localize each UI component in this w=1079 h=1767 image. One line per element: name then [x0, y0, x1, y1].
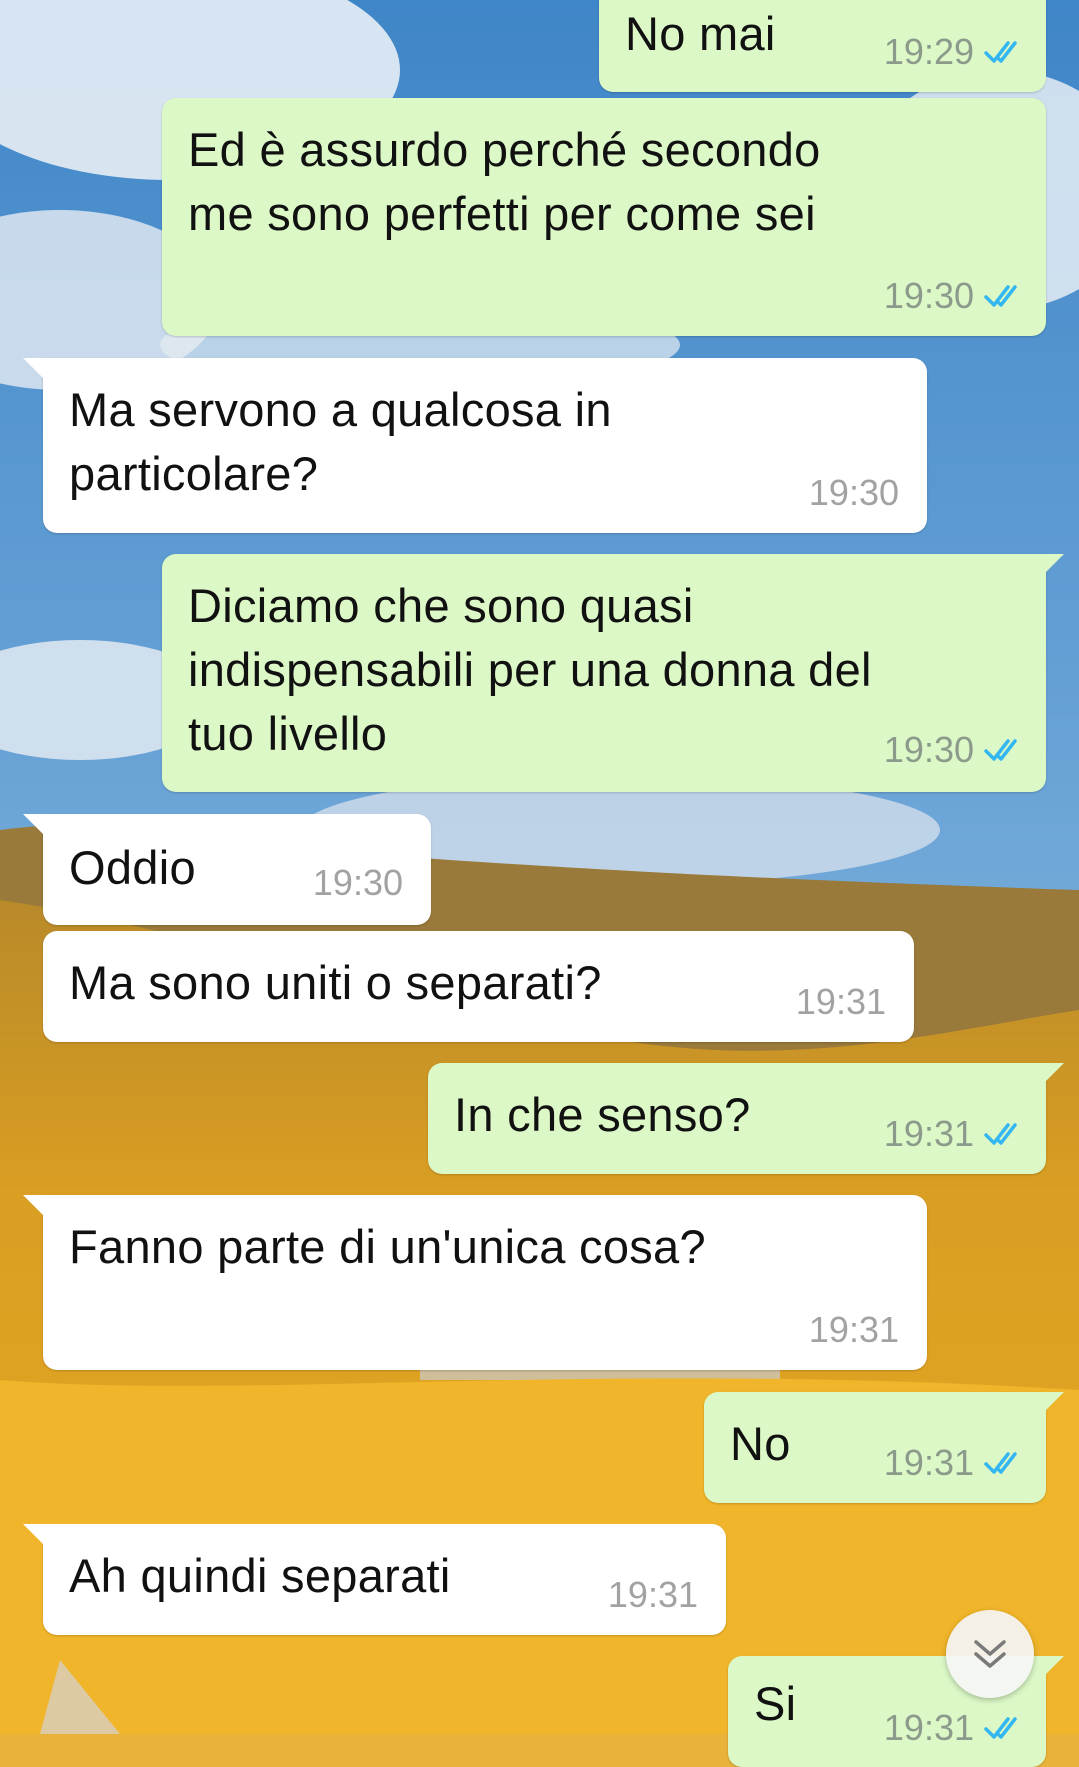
- message-bubble-incoming[interactable]: Ma servono a qualcosa in particolare? 19…: [23, 358, 927, 533]
- message-bubble-incoming[interactable]: Fanno parte di un'unica cosa? 19:31: [23, 1195, 927, 1370]
- message-time: 19:30: [312, 862, 403, 903]
- double-check-icon: [984, 1123, 1017, 1145]
- message-text: Ed è assurdo perché secondo me sono perf…: [188, 123, 821, 240]
- bubble-tail: [1042, 554, 1064, 576]
- bubble-tail: [23, 814, 45, 836]
- message-time: 19:31: [883, 1442, 974, 1483]
- message-bubble-incoming[interactable]: Oddio 19:30: [23, 814, 431, 925]
- message-text: No mai: [625, 7, 776, 60]
- message-time: 19:31: [808, 1309, 899, 1350]
- message-text: No: [730, 1417, 791, 1470]
- double-check-icon: [984, 1717, 1017, 1739]
- bubble-tail: [23, 1524, 45, 1546]
- chevron-double-down-icon: [974, 1640, 1006, 1668]
- message-text: Ma servono a qualcosa in particolare?: [69, 383, 612, 500]
- bubble-tail: [1042, 1063, 1064, 1085]
- double-check-icon: [984, 285, 1017, 307]
- scroll-to-bottom-button[interactable]: [946, 1610, 1034, 1698]
- message-bubble-outgoing[interactable]: Diciamo che sono quasi indispensabili pe…: [162, 554, 1064, 792]
- message-meta: 19:31: [796, 982, 886, 1022]
- bubble-tail: [23, 358, 45, 380]
- message-meta: 19:30: [313, 863, 403, 903]
- message-time: 19:31: [883, 1707, 974, 1748]
- message-meta: 19:30: [809, 473, 899, 513]
- message-meta: 19:31: [608, 1575, 698, 1615]
- message-text: Ah quindi separati: [69, 1549, 451, 1602]
- bubble-tail: [1042, 1656, 1064, 1678]
- double-check-icon: [984, 739, 1017, 761]
- message-time: 19:30: [883, 275, 974, 316]
- bubble-tail: [23, 1195, 45, 1217]
- double-check-icon: [984, 41, 1017, 63]
- message-time: 19:31: [883, 1113, 974, 1154]
- message-time: 19:29: [883, 31, 974, 72]
- message-bubble-outgoing[interactable]: Ed è assurdo perché secondo me sono perf…: [162, 98, 1046, 336]
- message-bubble-incoming[interactable]: Ma sono uniti o separati? 19:31: [43, 931, 914, 1042]
- bubble-tail: [1042, 1392, 1064, 1414]
- message-text: Diciamo che sono quasi indispensabili pe…: [188, 579, 872, 760]
- message-time: 19:31: [795, 981, 886, 1022]
- message-meta: 19:31: [884, 1708, 1024, 1748]
- message-meta: 19:30: [884, 276, 1024, 316]
- message-bubble-outgoing[interactable]: In che senso? 19:31: [428, 1063, 1064, 1174]
- message-time: 19:31: [607, 1574, 698, 1615]
- message-bubble-outgoing[interactable]: No mai 19:29: [599, 0, 1046, 92]
- message-text: Si: [754, 1677, 797, 1730]
- message-meta: 19:30: [884, 730, 1024, 770]
- double-check-icon: [984, 1452, 1017, 1474]
- message-meta: 19:31: [809, 1310, 899, 1350]
- message-text: Fanno parte di un'unica cosa?: [69, 1220, 706, 1273]
- message-bubble-outgoing[interactable]: No 19:31: [704, 1392, 1064, 1503]
- message-text: Oddio: [69, 841, 196, 894]
- message-meta: 19:31: [884, 1443, 1024, 1483]
- message-time: 19:30: [808, 472, 899, 513]
- message-text: Ma sono uniti o separati?: [69, 956, 602, 1009]
- message-time: 19:30: [883, 729, 974, 770]
- message-text: In che senso?: [454, 1088, 751, 1141]
- message-meta: 19:31: [884, 1114, 1024, 1154]
- message-meta: 19:29: [884, 32, 1024, 72]
- message-bubble-incoming[interactable]: Ah quindi separati 19:31: [23, 1524, 726, 1635]
